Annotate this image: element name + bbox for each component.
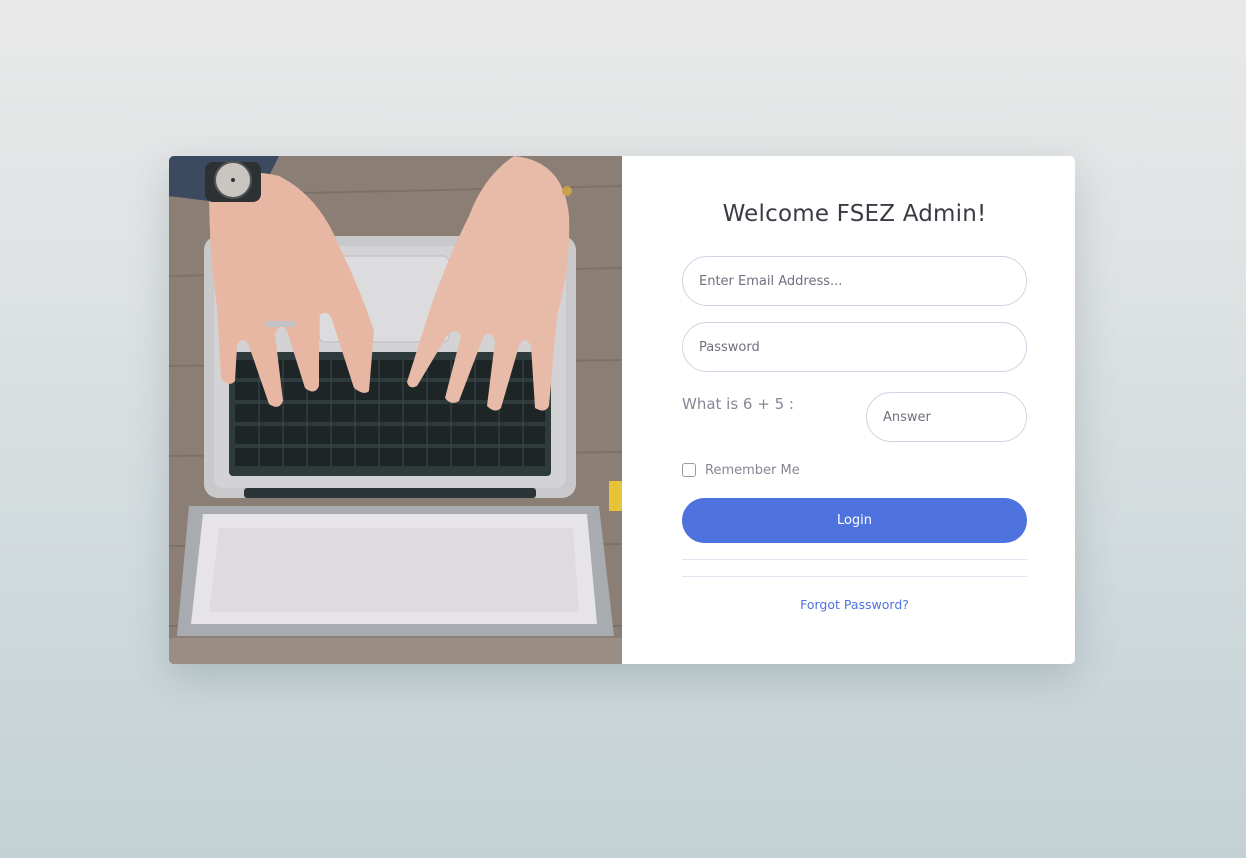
divider: [682, 576, 1027, 577]
email-field[interactable]: [682, 256, 1027, 306]
remember-me-label[interactable]: Remember Me: [705, 463, 800, 478]
divider: [682, 559, 1027, 560]
page-title: Welcome FSEZ Admin!: [722, 201, 987, 227]
remember-me-control[interactable]: Remember Me: [682, 461, 800, 479]
login-button[interactable]: Login: [682, 498, 1027, 543]
captcha-question: What is 6 + 5 :: [682, 395, 794, 413]
captcha-answer-field[interactable]: [866, 392, 1027, 442]
password-field[interactable]: [682, 322, 1027, 372]
login-card: Welcome FSEZ Admin! What is 6 + 5 : Reme…: [169, 156, 1075, 664]
remember-me-checkbox[interactable]: [682, 463, 696, 477]
forgot-password-link[interactable]: Forgot Password?: [682, 597, 1027, 612]
login-form: Welcome FSEZ Admin! What is 6 + 5 : Reme…: [682, 156, 1027, 664]
laptop-typing-photo: [169, 156, 622, 664]
